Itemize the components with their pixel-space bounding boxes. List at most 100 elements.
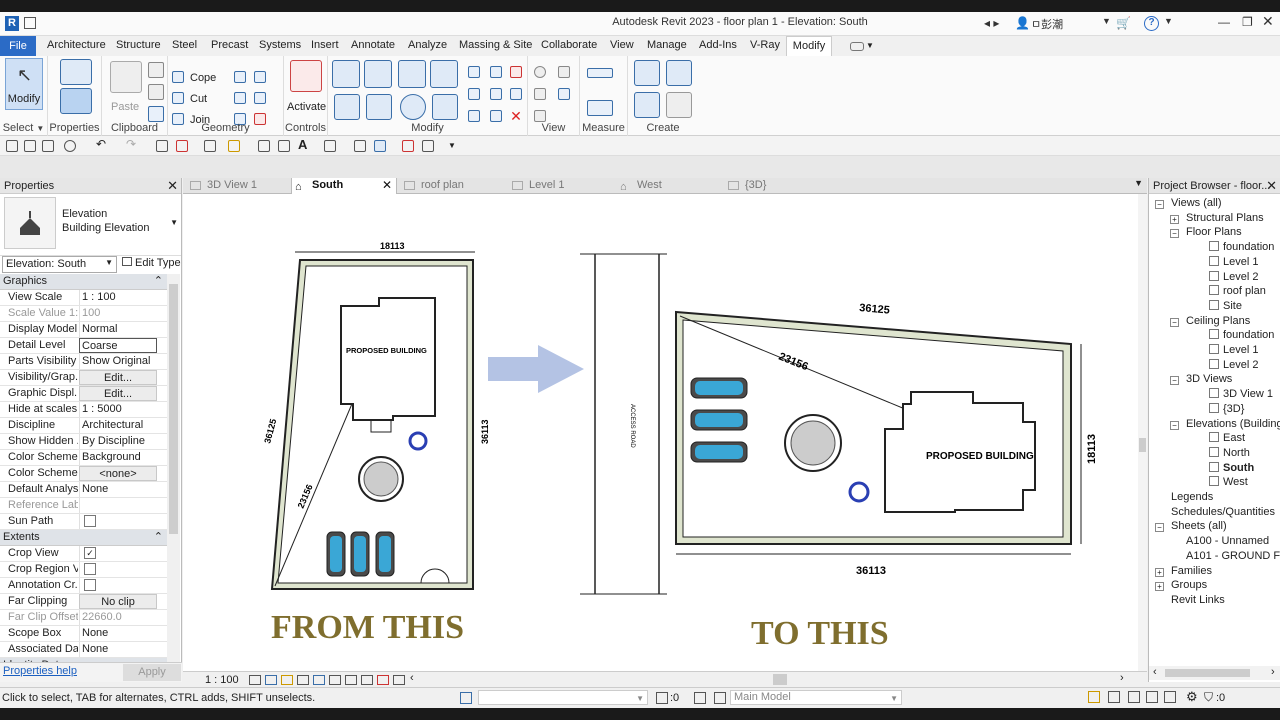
pin-icon[interactable] bbox=[510, 88, 522, 100]
horizontal-scroll-thumb[interactable] bbox=[773, 674, 787, 685]
workset-select[interactable]: ▼ bbox=[478, 690, 648, 705]
close-window-button[interactable]: ✕ bbox=[1262, 13, 1274, 30]
tree-item[interactable]: Level 1 bbox=[1209, 255, 1258, 271]
tree-item[interactable]: A100 - Unnamed bbox=[1186, 535, 1269, 550]
pb-scroll-thumb[interactable] bbox=[1165, 669, 1250, 677]
select-links-icon[interactable] bbox=[1088, 691, 1100, 703]
property-value[interactable]: Edit... bbox=[79, 370, 157, 385]
close-tab-icon[interactable]: ✕ bbox=[382, 178, 392, 192]
detail-level-icon[interactable] bbox=[249, 675, 261, 685]
user-dropdown-icon[interactable]: ▼ bbox=[1102, 16, 1111, 26]
tree-item[interactable]: − Sheets (all) bbox=[1155, 520, 1227, 535]
create-assembly-icon[interactable] bbox=[634, 60, 660, 86]
minimize-button[interactable]: — bbox=[1218, 15, 1230, 29]
property-value[interactable]: Background bbox=[79, 450, 157, 465]
override-graphics-icon[interactable] bbox=[558, 66, 570, 78]
tab-collaborate[interactable]: Collaborate bbox=[541, 39, 597, 51]
offset-icon[interactable] bbox=[364, 60, 392, 88]
tree-item[interactable]: South bbox=[1209, 461, 1254, 477]
tab-level-1[interactable]: Level 1 bbox=[509, 178, 613, 194]
tab-structure[interactable]: Structure bbox=[116, 39, 161, 51]
worksets-icon[interactable] bbox=[460, 692, 472, 704]
mirror-draw-axis-icon[interactable] bbox=[430, 60, 458, 88]
thin-lines-icon[interactable] bbox=[374, 140, 386, 152]
tab-v-ray[interactable]: V-Ray bbox=[750, 39, 780, 51]
tree-item[interactable]: − Ceiling Plans bbox=[1170, 315, 1250, 330]
tab-modify[interactable]: Modify bbox=[786, 36, 832, 56]
match-type-icon[interactable] bbox=[148, 106, 164, 122]
unpin-icon[interactable] bbox=[510, 66, 522, 78]
hide-in-view-icon[interactable] bbox=[534, 66, 546, 78]
measure-distance-icon[interactable] bbox=[587, 68, 613, 78]
property-value[interactable]: No clip bbox=[79, 594, 157, 609]
split-face-icon[interactable] bbox=[254, 71, 266, 83]
activate-label[interactable]: Activate bbox=[287, 101, 326, 113]
tab-south[interactable]: ⌂ South ✕ bbox=[291, 178, 397, 194]
tree-item[interactable]: Schedules/Quantities bbox=[1171, 506, 1275, 521]
ribbon-display-toggle-icon[interactable] bbox=[850, 42, 864, 51]
design-option-select[interactable]: Main Model ▼ bbox=[730, 690, 902, 705]
help-dropdown-icon[interactable]: ▼ bbox=[1164, 16, 1173, 26]
sync-icon[interactable] bbox=[64, 140, 76, 152]
paste-label[interactable]: Paste bbox=[111, 101, 139, 113]
filter-icon[interactable]: ⛉ bbox=[1204, 690, 1213, 705]
ribbon-display-dropdown-icon[interactable]: ▼ bbox=[866, 41, 874, 50]
canvas-vertical-scrollbar[interactable] bbox=[1138, 194, 1147, 671]
select-panel-label[interactable]: Select ▼ bbox=[0, 122, 47, 134]
section-icon[interactable] bbox=[354, 140, 366, 152]
tree-item[interactable]: + Structural Plans bbox=[1170, 212, 1264, 227]
crop-view-icon[interactable] bbox=[313, 675, 325, 685]
type-properties-icon[interactable] bbox=[60, 59, 92, 85]
trim-multiple-icon[interactable] bbox=[490, 110, 502, 122]
user-icon[interactable]: 👤 bbox=[1015, 16, 1030, 30]
section-graphics[interactable]: Graphics ⌃ bbox=[0, 274, 167, 290]
tab-annotate[interactable]: Annotate bbox=[351, 39, 395, 51]
activate-controls-icon[interactable] bbox=[290, 60, 322, 92]
copy-clipboard-icon[interactable] bbox=[148, 84, 164, 100]
view-filter-icon[interactable] bbox=[558, 88, 570, 100]
visual-style-icon[interactable] bbox=[265, 675, 277, 685]
tree-item[interactable]: East bbox=[1209, 432, 1245, 447]
instance-filter-select[interactable]: Elevation: South ▼ bbox=[2, 256, 117, 273]
array-icon[interactable] bbox=[468, 88, 480, 100]
rotate-icon[interactable] bbox=[400, 94, 426, 120]
temporary-hide-icon[interactable] bbox=[345, 675, 357, 685]
tree-item[interactable]: Legends bbox=[1171, 491, 1213, 506]
tree-item[interactable]: {3D} bbox=[1209, 402, 1244, 418]
folder-icon[interactable] bbox=[24, 140, 36, 152]
tab-systems[interactable]: Systems bbox=[259, 39, 301, 51]
tree-item[interactable]: 3D View 1 bbox=[1209, 388, 1273, 403]
save-icon[interactable] bbox=[42, 140, 54, 152]
tab-file[interactable]: File bbox=[0, 36, 36, 56]
paint-icon[interactable] bbox=[234, 92, 246, 104]
wall-joins-icon[interactable] bbox=[234, 71, 246, 83]
reveal-hidden-icon[interactable] bbox=[361, 675, 373, 685]
split-gap-icon[interactable] bbox=[490, 66, 502, 78]
background-process-icon[interactable]: ⚙ bbox=[1186, 689, 1198, 705]
tab-insert[interactable]: Insert bbox=[311, 39, 339, 51]
tree-item[interactable]: foundation bbox=[1209, 241, 1274, 256]
highlight-displacement-icon[interactable] bbox=[393, 675, 405, 685]
tree-item[interactable]: West bbox=[1209, 476, 1248, 491]
user-name[interactable]: ㅁ彭潮 bbox=[1031, 16, 1063, 32]
trim-extend-icon[interactable] bbox=[432, 94, 458, 120]
tree-item[interactable]: Site bbox=[1209, 299, 1242, 315]
properties-palette-icon[interactable] bbox=[60, 88, 92, 114]
help-icon[interactable]: ? bbox=[1144, 16, 1159, 31]
properties-scrollbar[interactable] bbox=[167, 274, 180, 672]
close-hidden-icon[interactable] bbox=[402, 140, 414, 152]
move-icon[interactable] bbox=[334, 94, 360, 120]
aligned-dimension-icon[interactable] bbox=[228, 140, 240, 152]
expand-icon[interactable]: + bbox=[1170, 214, 1179, 224]
text-icon[interactable]: A bbox=[298, 137, 310, 152]
tag-icon[interactable] bbox=[258, 140, 270, 152]
project-browser-scrollbar[interactable]: ‹ › bbox=[1149, 666, 1280, 680]
tree-item[interactable]: Revit Links bbox=[1171, 594, 1225, 609]
editable-only-icon[interactable] bbox=[656, 692, 668, 704]
restore-button[interactable]: ❐ bbox=[1242, 15, 1253, 29]
expand-icon[interactable]: + bbox=[1155, 567, 1164, 577]
tab-view[interactable]: View bbox=[610, 39, 634, 51]
select-by-face-icon[interactable] bbox=[1146, 691, 1158, 703]
cope-icon[interactable] bbox=[172, 71, 184, 83]
trim-single-icon[interactable] bbox=[468, 110, 480, 122]
